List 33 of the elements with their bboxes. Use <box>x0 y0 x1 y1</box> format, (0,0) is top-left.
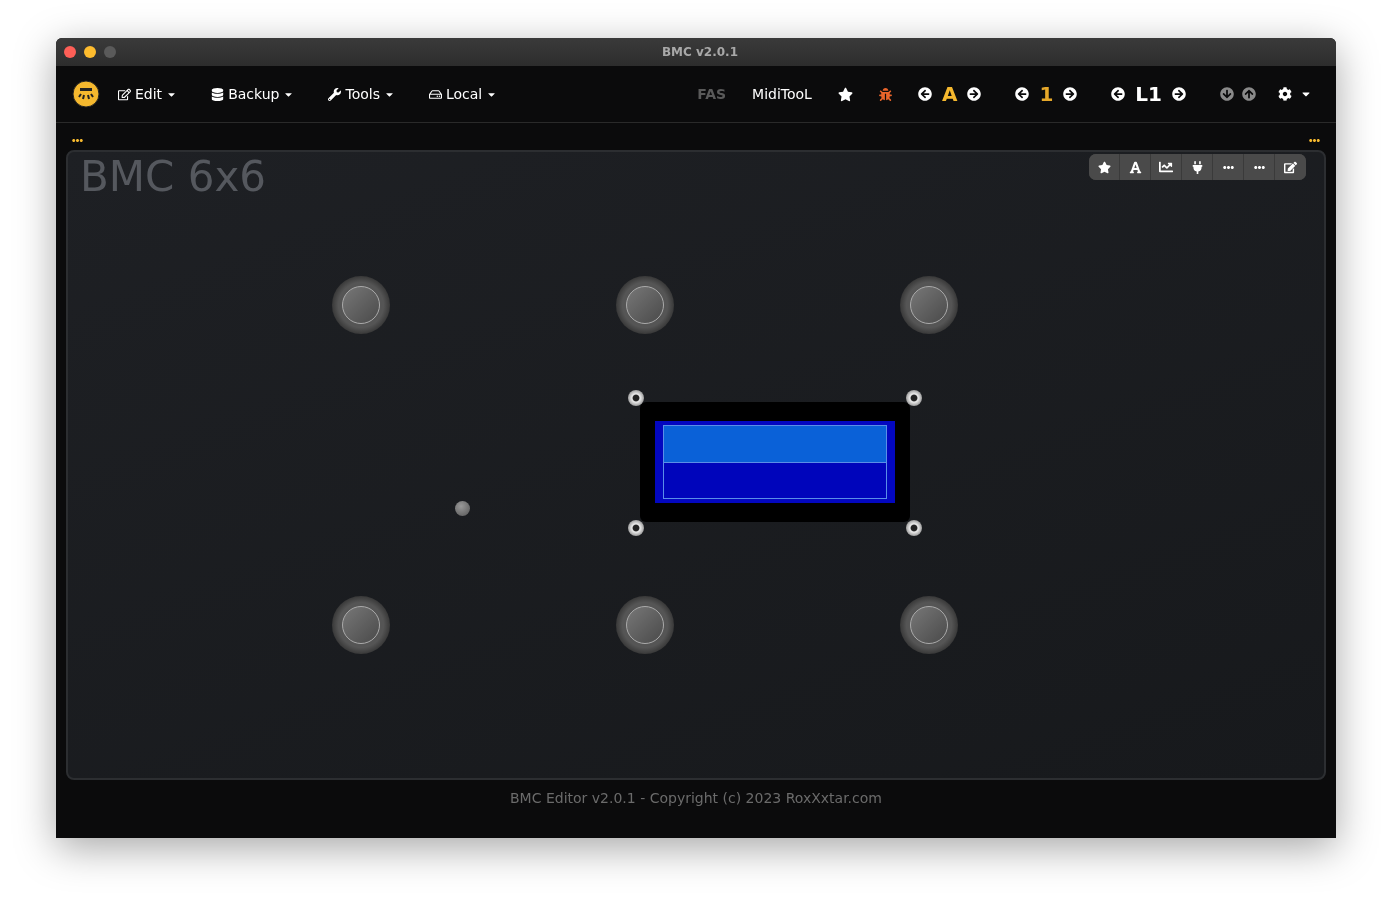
screw-icon <box>906 520 922 536</box>
logo-icon[interactable] <box>72 80 100 108</box>
nav-link[interactable]: MidiTooL <box>752 86 812 102</box>
settings-icon[interactable] <box>1278 87 1312 101</box>
previous-icon[interactable] <box>917 87 932 101</box>
lcd-display[interactable] <box>640 402 910 522</box>
menu-button[interactable]: Edit <box>118 86 178 102</box>
selector-value: L1 <box>1135 82 1162 106</box>
selector-value: A <box>941 82 958 106</box>
hard-drive-icon <box>428 87 442 101</box>
selector-value: 1 <box>1039 82 1054 106</box>
menu-button[interactable]: Backup <box>211 86 295 102</box>
menu-button[interactable]: Local <box>428 86 498 102</box>
database-icon <box>211 87 225 101</box>
next-icon[interactable] <box>1063 87 1078 101</box>
star-icon[interactable] <box>837 86 853 102</box>
window-title: BMC v2.0.1 <box>661 45 740 59</box>
footer-text: BMC Editor v2.0.1 - Copyright (c) 2023 RoxXxtar.com <box>510 790 882 806</box>
next-icon[interactable] <box>967 87 982 101</box>
edit-icon <box>118 87 131 101</box>
previous-icon[interactable] <box>1015 87 1030 101</box>
screw-icon <box>906 390 922 406</box>
menu-button[interactable]: Tools <box>328 86 395 102</box>
wrench-icon <box>328 87 342 101</box>
device-title: BMC 6x6 <box>80 152 267 201</box>
led[interactable] <box>455 501 470 516</box>
minimize-button[interactable] <box>84 46 96 58</box>
bug-icon[interactable] <box>878 87 892 101</box>
previous-icon[interactable] <box>1111 87 1126 101</box>
next-icon[interactable] <box>1172 87 1186 101</box>
screw-icon <box>628 390 644 406</box>
screw-icon <box>628 520 644 536</box>
close-button[interactable] <box>64 46 76 58</box>
